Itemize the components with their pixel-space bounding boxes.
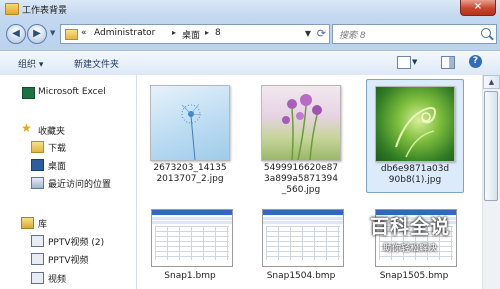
command-bar: 组织 ▾ 新建文件夹 ▼ ? [0, 50, 500, 76]
thumb-ribbon [263, 221, 343, 224]
forward-button[interactable]: ▶ [27, 24, 47, 44]
folder-app-icon [5, 3, 19, 15]
search-icon[interactable] [481, 28, 491, 38]
close-button[interactable]: × [460, 0, 496, 16]
thumb-titlebar [263, 210, 343, 215]
watermark-title: 百科全说 [369, 216, 450, 238]
navigation-pane: Microsoft Excel ★ 收藏夹 下载 桌面 最近访问的位置 库 PP… [0, 75, 137, 289]
scrollbar-thumb[interactable] [484, 91, 498, 201]
recent-pages-dropdown-icon[interactable]: ▼ [50, 29, 55, 37]
watermark-subtitle: 助你轻松解决 [382, 244, 437, 254]
nav-label: 视频 [48, 275, 67, 285]
explorer-window: 工作表背景 × ◀ ▶ ▼ « Administrator ▸ 桌面 ▸ 8 ▼… [0, 0, 500, 289]
bmp-thumbnail [262, 209, 344, 267]
file-name: 2673203_14135 2013707_2.jpg [153, 163, 227, 184]
nav-label: 下载 [48, 144, 67, 154]
video-library-icon [31, 235, 44, 247]
view-dropdown-icon[interactable]: ▼ [412, 58, 417, 66]
thumb-grid [266, 226, 340, 260]
excel-icon [22, 87, 35, 99]
new-folder-button[interactable]: 新建文件夹 [74, 57, 119, 70]
favorites-star-icon: ★ [21, 121, 32, 135]
image-thumbnail-dandelion [150, 85, 230, 161]
file-name: Snap1504.bmp [266, 271, 336, 281]
thumb-ribbon [263, 217, 343, 220]
folder-icon [65, 29, 78, 40]
bmp-thumbnail [151, 209, 233, 267]
thumb-titlebar [152, 210, 232, 215]
recent-places-icon [31, 177, 44, 189]
desktop-icon [31, 159, 44, 171]
breadcrumb-desktop[interactable]: 桌面 [182, 28, 200, 41]
library-icon [21, 217, 34, 229]
nav-label: 库 [38, 220, 48, 230]
nav-label: 收藏夹 [38, 127, 66, 137]
organize-button[interactable]: 组织 ▾ [18, 57, 43, 70]
breadcrumb-separator-icon[interactable]: ▸ [205, 28, 209, 37]
nav-label: PPTV视频 (2) [48, 238, 105, 248]
nav-label: PPTV视频 [48, 256, 89, 266]
nav-label: Microsoft Excel [38, 87, 106, 97]
file-tile-selected[interactable]: db6e9871a03d 90b8(1).jpg [366, 79, 464, 193]
address-dropdown-icon[interactable]: ▼ [305, 29, 311, 38]
file-tile[interactable]: Snap1504.bmp [253, 205, 349, 289]
refresh-icon[interactable]: ⟳ [317, 27, 326, 40]
breadcrumb-overflow[interactable]: « [81, 28, 87, 38]
title-bar[interactable]: 工作表背景 × [0, 0, 500, 18]
thumb-ribbon [152, 217, 232, 220]
file-name: Snap1.bmp [164, 271, 216, 281]
download-folder-icon [31, 141, 44, 153]
fern-graphic [395, 107, 436, 158]
video-library-icon [31, 272, 44, 284]
back-button[interactable]: ◀ [6, 24, 26, 44]
vertical-scrollbar[interactable]: ▲ [482, 75, 500, 289]
nav-label: 桌面 [48, 162, 67, 172]
preview-pane-icon[interactable] [441, 56, 455, 69]
nav-label: 最近访问的位置 [48, 180, 112, 190]
file-name: 5499916620e87 3a899a5871394 _560.jpg [263, 163, 339, 195]
address-bar[interactable]: « Administrator ▸ 桌面 ▸ 8 ▼ ⟳ [60, 24, 330, 44]
window-title: 工作表背景 [22, 6, 68, 16]
breadcrumb-administrator[interactable]: Administrator [94, 28, 155, 38]
file-tile[interactable]: 5499916620e87 3a899a5871394 _560.jpg [253, 79, 349, 204]
thumb-ribbon [152, 221, 232, 224]
image-thumbnail-flowers [261, 85, 341, 161]
file-name: Snap1505.bmp [379, 271, 449, 281]
file-tile[interactable]: 2673203_14135 2013707_2.jpg [142, 79, 238, 204]
help-icon[interactable]: ? [469, 55, 482, 68]
flowers-graphic [282, 94, 322, 161]
file-tile[interactable]: Snap1.bmp [142, 205, 238, 289]
search-placeholder: 搜索 8 [339, 31, 366, 41]
breadcrumb-separator-icon[interactable]: ▸ [172, 28, 176, 37]
thumb-grid [155, 226, 229, 260]
dandelion-graphic [181, 103, 202, 161]
image-thumbnail-fern [375, 86, 455, 162]
watermark: 百科全说 助你轻松解决 [350, 212, 470, 270]
scroll-up-icon[interactable]: ▲ [483, 75, 500, 89]
file-name: db6e9871a03d 90b8(1).jpg [380, 164, 450, 185]
breadcrumb-folder-8[interactable]: 8 [215, 28, 221, 38]
change-view-icon[interactable] [397, 56, 411, 69]
video-library-icon [31, 253, 44, 265]
search-box[interactable]: 搜索 8 [332, 24, 497, 44]
